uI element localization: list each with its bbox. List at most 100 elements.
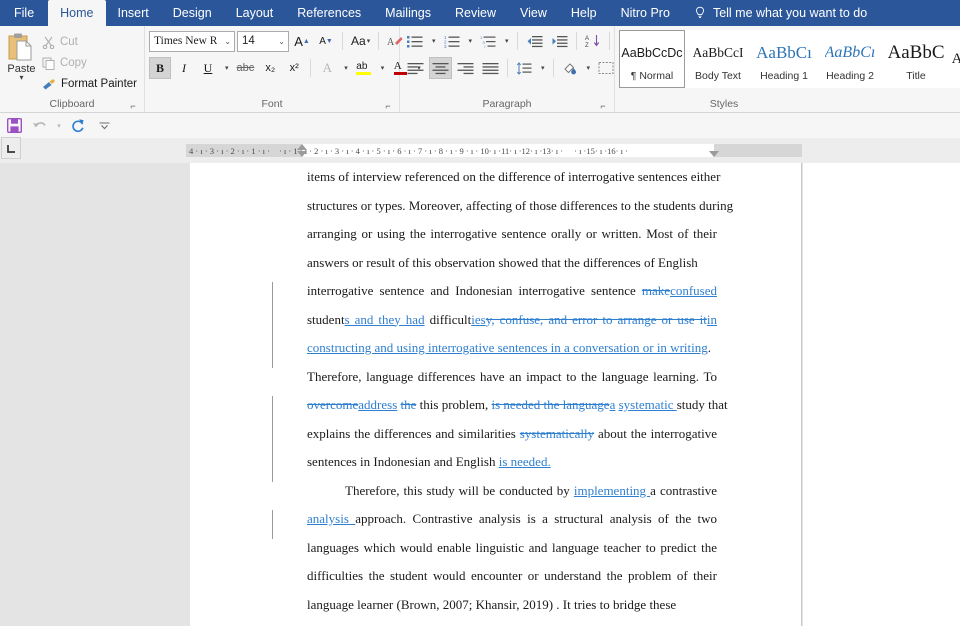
paste-icon <box>7 32 35 62</box>
inserted-text: in <box>706 311 718 327</box>
first-line-indent-marker[interactable] <box>297 144 307 150</box>
tab-view[interactable]: View <box>508 0 559 26</box>
style-title[interactable]: AaBbC Title <box>883 30 949 88</box>
svg-text:i: i <box>485 44 486 48</box>
justify-button[interactable] <box>479 57 502 79</box>
sort-button[interactable]: A Z <box>582 30 604 52</box>
body-text: explains the differences and similaritie… <box>307 425 520 441</box>
tab-stop-selector[interactable] <box>1 137 21 159</box>
tab-references[interactable]: References <box>285 0 373 26</box>
shading-dropdown-icon[interactable]: ▾ <box>583 57 594 79</box>
document-text[interactable]: items of interview referenced on the dif… <box>307 163 733 619</box>
style-next-partial[interactable]: A <box>949 30 960 88</box>
bold-button[interactable]: B <box>149 57 171 79</box>
tracked-change-bar <box>272 510 273 539</box>
left-indent-marker[interactable] <box>297 151 307 157</box>
highlight-dropdown-icon[interactable]: ▾ <box>377 57 388 79</box>
tab-nitro-pro[interactable]: Nitro Pro <box>609 0 682 26</box>
style-body-text[interactable]: AaBbCcI Body Text <box>685 30 751 88</box>
subscript-button[interactable]: x₂ <box>259 57 281 79</box>
italic-button[interactable]: I <box>173 57 195 79</box>
line-spacing-button[interactable] <box>513 57 535 79</box>
document-page[interactable]: items of interview referenced on the dif… <box>190 163 802 626</box>
cut-button[interactable]: Cut <box>39 33 140 51</box>
font-family-dropdown-icon[interactable]: ⌄ <box>224 37 231 46</box>
copy-button[interactable]: Copy <box>39 54 140 72</box>
customize-quick-access-button[interactable] <box>92 115 116 137</box>
tab-review[interactable]: Review <box>443 0 508 26</box>
tracked-change-bar <box>272 282 273 368</box>
align-right-button[interactable] <box>454 57 477 79</box>
shading-button[interactable] <box>559 57 581 79</box>
underline-dropdown-icon[interactable]: ▾ <box>221 57 232 79</box>
font-separator-2 <box>378 32 380 50</box>
save-button[interactable] <box>2 115 26 137</box>
numbering-dropdown-icon[interactable]: ▾ <box>465 30 476 52</box>
ribbon-group-paragraph: ▾ 1 2 3 ▾ 1 a i ▾ A Z ▾ ▾ Paragraph ⌐ <box>400 26 629 112</box>
text-effects-button[interactable]: A <box>316 57 338 79</box>
body-text: approach. Contrastive analysis is a stru… <box>355 511 717 526</box>
document-canvas[interactable]: items of interview referenced on the dif… <box>0 163 960 626</box>
tab-file[interactable]: File <box>0 0 49 26</box>
inserted-text: address <box>358 397 398 412</box>
tab-home[interactable]: Home <box>48 0 106 26</box>
shrink-font-button[interactable]: A ▼ <box>315 30 337 52</box>
strikethrough-button[interactable]: abc <box>234 57 258 79</box>
font-dialog-launcher[interactable]: ⌐ <box>383 101 393 111</box>
para-separator-5 <box>552 59 554 77</box>
superscript-button[interactable]: x² <box>283 57 305 79</box>
body-text: Therefore, this study will be conducted … <box>345 482 574 498</box>
align-center-icon <box>432 62 449 74</box>
align-left-button[interactable] <box>404 57 427 79</box>
tell-me-search[interactable]: Tell me what you want to do <box>682 0 879 26</box>
format-painter-label: Format Painter <box>60 78 137 90</box>
redo-button[interactable] <box>66 115 90 137</box>
document-line: items of interview referenced on the dif… <box>307 163 720 192</box>
tab-design[interactable]: Design <box>161 0 224 26</box>
document-line: structures or types. Moreover, affecting… <box>307 192 733 221</box>
paragraph-dialog-launcher[interactable]: ⌐ <box>598 101 608 111</box>
deleted-text: overcome <box>307 397 359 412</box>
multilevel-dropdown-icon[interactable]: ▾ <box>501 30 512 52</box>
underline-button[interactable]: U <box>197 57 219 79</box>
justify-icon <box>482 62 499 74</box>
line-spacing-dropdown-icon[interactable]: ▾ <box>537 57 548 79</box>
styles-gallery: AaBbCcDc ¶ Normal AaBbCcI Body Text AaBb… <box>619 29 960 88</box>
style-heading-2[interactable]: AaBbCı Heading 2 <box>817 30 883 88</box>
body-text: . <box>707 340 711 355</box>
style-heading-1[interactable]: AaBbCı Heading 1 <box>751 30 817 88</box>
undo-button[interactable] <box>28 115 52 137</box>
horizontal-ruler[interactable]: 4 · ı · 3 · ı · 2 · ı · 1 · ı · · ı · 1 … <box>186 144 802 157</box>
change-case-button[interactable]: Aa ▾ <box>348 30 373 52</box>
increase-indent-button[interactable] <box>548 30 571 52</box>
bullet-list-icon <box>407 35 423 47</box>
tab-layout[interactable]: Layout <box>224 0 286 26</box>
font-separator-1 <box>342 32 343 50</box>
tab-mailings[interactable]: Mailings <box>373 0 443 26</box>
undo-dropdown-icon[interactable]: ▾ <box>54 115 64 137</box>
bullets-button[interactable] <box>404 30 426 52</box>
text-highlight-color-button[interactable]: ab <box>353 57 375 79</box>
bullets-dropdown-icon[interactable]: ▾ <box>428 30 439 52</box>
paste-caret-icon[interactable]: ▾ <box>19 74 23 82</box>
tab-help[interactable]: Help <box>559 0 609 26</box>
clipboard-dialog-launcher[interactable]: ⌐ <box>128 101 138 111</box>
borders-button[interactable] <box>595 57 617 79</box>
style-normal[interactable]: AaBbCcDc ¶ Normal <box>619 30 685 88</box>
grow-font-button[interactable]: A ▲ <box>291 30 313 52</box>
style-heading-1-label: Heading 1 <box>760 70 808 82</box>
tab-insert[interactable]: Insert <box>106 0 161 26</box>
paste-button[interactable]: Paste ▾ <box>4 29 39 82</box>
body-text: structures or types. Moreover, affecting… <box>307 197 734 213</box>
decrease-indent-button[interactable] <box>523 30 546 52</box>
numbering-button[interactable]: 1 2 3 <box>441 30 463 52</box>
font-family-input[interactable]: Times New R ⌄ <box>149 30 235 52</box>
right-indent-marker[interactable] <box>709 151 719 157</box>
font-size-dropdown-icon[interactable]: ⌄ <box>278 37 285 46</box>
save-icon <box>6 118 22 133</box>
font-size-input[interactable]: 14 ⌄ <box>237 30 289 52</box>
align-center-button[interactable] <box>429 57 452 79</box>
format-painter-button[interactable]: Format Painter <box>39 75 140 93</box>
text-effects-dropdown-icon[interactable]: ▾ <box>340 57 351 79</box>
multilevel-list-button[interactable]: 1 a i <box>477 30 499 52</box>
